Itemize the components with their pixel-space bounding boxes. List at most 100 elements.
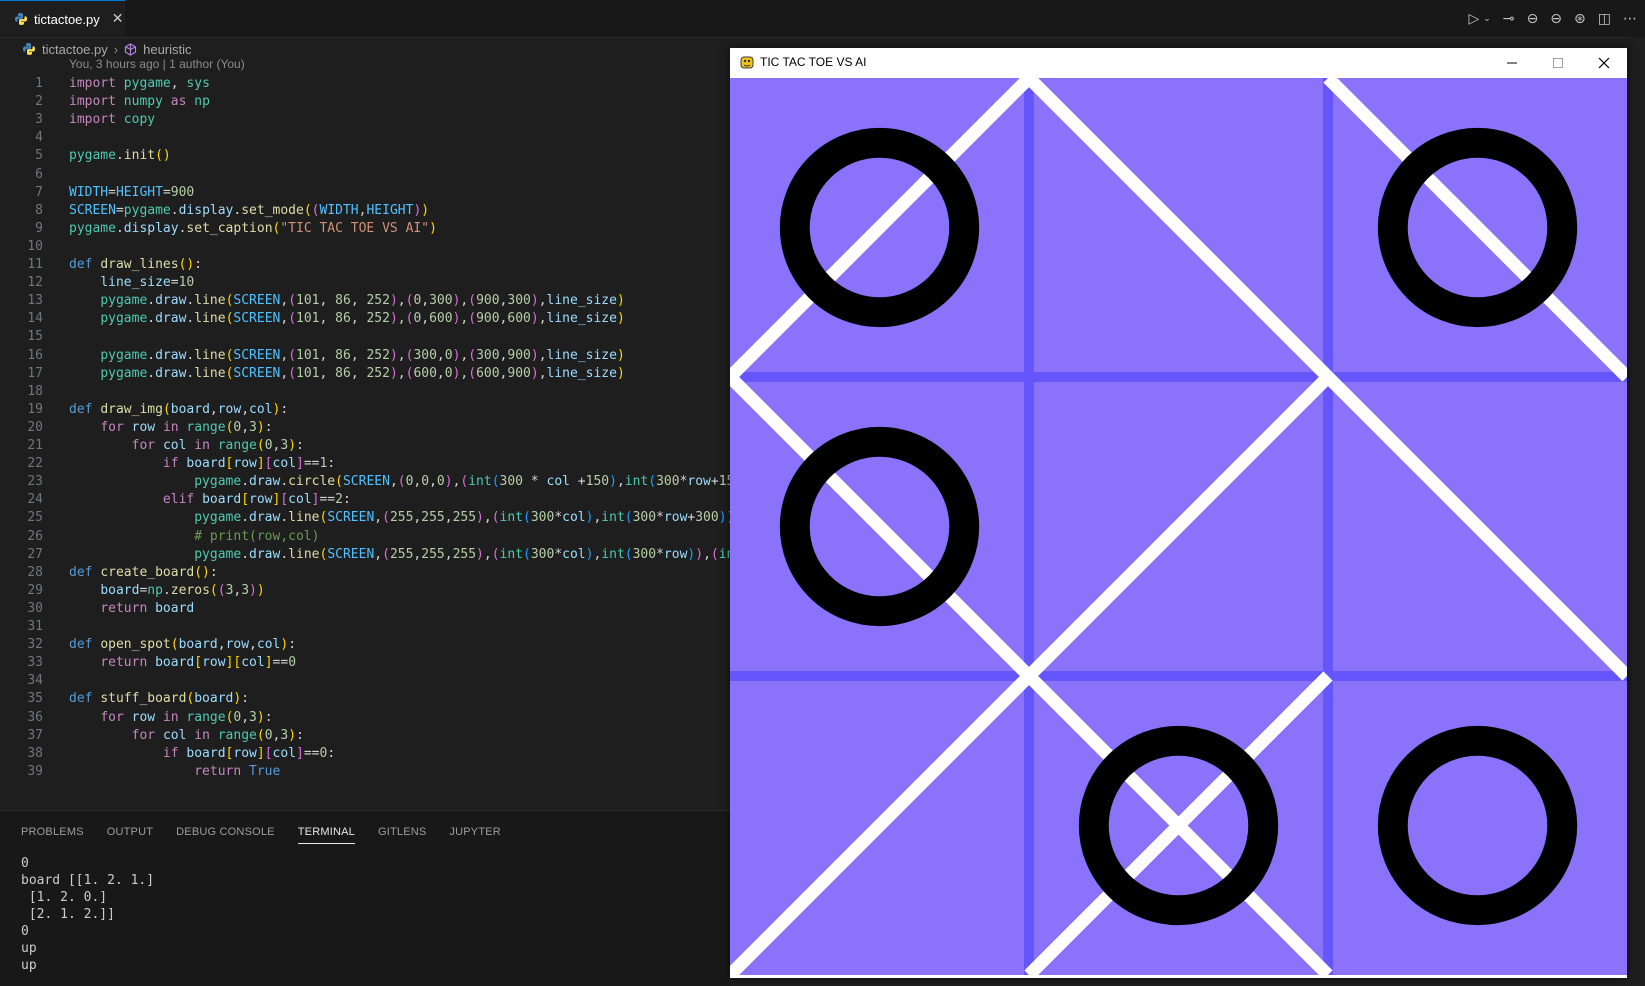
code-text[interactable]: if board[row][col]==0: (69, 744, 335, 763)
panel-tab-terminal[interactable]: TERMINAL (298, 826, 355, 844)
code-text[interactable]: return board[row][col]==0 (69, 653, 296, 672)
code-text[interactable]: for col in range(0,3): (69, 436, 304, 455)
code-text[interactable]: board=np.zeros((3,3)) (69, 581, 265, 600)
code-line[interactable]: 24 elif board[row][col]==2: (0, 490, 730, 509)
game-board[interactable] (730, 78, 1627, 975)
code-line[interactable]: 36 for row in range(0,3): (0, 708, 730, 727)
code-line[interactable]: 11def draw_lines(): (0, 255, 730, 274)
code-line[interactable]: 21 for col in range(0,3): (0, 436, 730, 455)
line-number: 24 (0, 490, 43, 509)
code-text[interactable]: pygame.draw.line(SCREEN,(101, 86, 252),(… (69, 346, 625, 365)
panel-tab-problems[interactable]: PROBLEMS (21, 826, 84, 844)
terminal-output[interactable]: 0 board [[1. 2. 1.] [1. 2. 0.] [2. 1. 2.… (21, 855, 154, 974)
code-text[interactable]: pygame.draw.line(SCREEN,(101, 86, 252),(… (69, 291, 625, 310)
code-text[interactable]: import pygame, sys (69, 74, 210, 93)
code-line[interactable]: 1import pygame, sys (0, 74, 730, 93)
pygame-titlebar[interactable]: TIC TAC TOE VS AI (730, 48, 1627, 78)
code-text[interactable]: elif board[row][col]==2: (69, 490, 351, 509)
code-line[interactable]: 23 pygame.draw.circle(SCREEN,(0,0,0),(in… (0, 472, 730, 491)
chevron-down-icon[interactable]: ⌄ (1483, 14, 1491, 24)
panel-tab-gitlens[interactable]: GITLENS (378, 826, 426, 844)
code-line[interactable]: 18 (0, 382, 730, 401)
code-line[interactable]: 15 (0, 327, 730, 346)
code-text[interactable]: def open_spot(board,row,col): (69, 635, 296, 654)
code-line[interactable]: 5pygame.init() (0, 146, 730, 165)
code-text[interactable]: pygame.draw.line(SCREEN,(101, 86, 252),(… (69, 364, 625, 383)
code-line[interactable]: 2import numpy as np (0, 92, 730, 111)
run-icon[interactable]: ▷ (1469, 11, 1480, 27)
code-line[interactable]: 38 if board[row][col]==0: (0, 744, 730, 763)
breadcrumb-file[interactable]: tictactoe.py (42, 42, 108, 57)
code-editor[interactable]: 1import pygame, sys2import numpy as np3i… (0, 74, 730, 810)
code-line[interactable]: 9pygame.display.set_caption("TIC TAC TOE… (0, 219, 730, 238)
code-line[interactable]: 29 board=np.zeros((3,3)) (0, 581, 730, 600)
code-line[interactable]: 37 for col in range(0,3): (0, 726, 730, 745)
code-text[interactable]: pygame.draw.line(SCREEN,(101, 86, 252),(… (69, 309, 625, 328)
code-text[interactable]: pygame.draw.line(SCREEN,(255,255,255),(i… (69, 508, 730, 527)
code-text[interactable]: return board (69, 599, 194, 618)
minimize-icon[interactable] (1489, 48, 1535, 78)
code-line[interactable]: 30 return board (0, 599, 730, 618)
code-line[interactable]: 25 pygame.draw.line(SCREEN,(255,255,255)… (0, 508, 730, 527)
git-commit-icon[interactable]: ⊸ (1503, 11, 1515, 27)
code-text[interactable]: return True (69, 762, 280, 781)
code-line[interactable]: 31 (0, 617, 730, 636)
code-line[interactable]: 17 pygame.draw.line(SCREEN,(101, 86, 252… (0, 364, 730, 383)
code-line[interactable]: 27 pygame.draw.line(SCREEN,(255,255,255)… (0, 545, 730, 564)
maximize-icon[interactable] (1535, 48, 1581, 78)
code-line[interactable]: 35def stuff_board(board): (0, 689, 730, 708)
code-text[interactable]: if board[row][col]==1: (69, 454, 335, 473)
code-line[interactable]: 20 for row in range(0,3): (0, 418, 730, 437)
code-text[interactable]: WIDTH=HEIGHT=900 (69, 183, 194, 202)
code-line[interactable]: 8SCREEN=pygame.display.set_mode((WIDTH,H… (0, 201, 730, 220)
panel-tab-output[interactable]: OUTPUT (107, 826, 153, 844)
code-text[interactable]: # print(row,col) (69, 527, 319, 546)
code-line[interactable]: 33 return board[row][col]==0 (0, 653, 730, 672)
code-text[interactable]: pygame.draw.line(SCREEN,(255,255,255),(i… (69, 545, 730, 564)
code-text[interactable]: for col in range(0,3): (69, 726, 304, 745)
panel-tab-jupyter[interactable]: JUPYTER (449, 826, 501, 844)
code-line[interactable]: 12 line_size=10 (0, 273, 730, 292)
code-line[interactable]: 14 pygame.draw.line(SCREEN,(101, 86, 252… (0, 309, 730, 328)
code-line[interactable]: 22 if board[row][col]==1: (0, 454, 730, 473)
code-text[interactable]: pygame.display.set_caption("TIC TAC TOE … (69, 219, 437, 238)
code-text[interactable]: SCREEN=pygame.display.set_mode((WIDTH,HE… (69, 201, 429, 220)
git-compare-icon[interactable]: ⊖ (1550, 11, 1562, 27)
tab-close-icon[interactable]: ✕ (112, 11, 124, 27)
code-text[interactable]: for row in range(0,3): (69, 708, 273, 727)
tab-tictactoe[interactable]: tictactoe.py ✕ (0, 0, 125, 37)
code-line[interactable]: 4 (0, 128, 730, 147)
pygame-window[interactable]: TIC TAC TOE VS AI (730, 48, 1627, 978)
git-compare-icon[interactable]: ⊖ (1527, 11, 1539, 27)
panel-tab-debug-console[interactable]: DEBUG CONSOLE (176, 826, 275, 844)
code-line[interactable]: 3import copy (0, 110, 730, 129)
split-editor-icon[interactable]: ◫ (1598, 11, 1611, 27)
code-text[interactable]: def draw_lines(): (69, 255, 202, 274)
code-line[interactable]: 10 (0, 237, 730, 256)
code-text[interactable]: import copy (69, 110, 155, 129)
code-line[interactable]: 32def open_spot(board,row,col): (0, 635, 730, 654)
code-text[interactable]: def create_board(): (69, 563, 218, 582)
code-text[interactable]: line_size=10 (69, 273, 194, 292)
more-icon[interactable]: ⋯ (1623, 11, 1637, 27)
code-text[interactable]: import numpy as np (69, 92, 210, 111)
code-line[interactable]: 39 return True (0, 762, 730, 781)
code-text[interactable]: def draw_img(board,row,col): (69, 400, 288, 419)
code-line[interactable]: 19def draw_img(board,row,col): (0, 400, 730, 419)
code-line[interactable]: 34 (0, 671, 730, 690)
line-number: 23 (0, 472, 43, 491)
breadcrumb-symbol[interactable]: heuristic (143, 42, 191, 57)
code-line[interactable]: 16 pygame.draw.line(SCREEN,(101, 86, 252… (0, 346, 730, 365)
code-line[interactable]: 26 # print(row,col) (0, 527, 730, 546)
code-text[interactable]: def stuff_board(board): (69, 689, 249, 708)
code-line[interactable]: 28def create_board(): (0, 563, 730, 582)
code-line[interactable]: 6 (0, 165, 730, 184)
open-changes-icon[interactable]: ⊛ (1574, 11, 1586, 27)
code-text[interactable]: pygame.draw.circle(SCREEN,(0,0,0),(int(3… (69, 472, 730, 491)
git-blame-annotation[interactable]: You, 3 hours ago | 1 author (You) (69, 57, 245, 71)
close-icon[interactable] (1581, 48, 1627, 78)
code-line[interactable]: 7WIDTH=HEIGHT=900 (0, 183, 730, 202)
code-line[interactable]: 13 pygame.draw.line(SCREEN,(101, 86, 252… (0, 291, 730, 310)
code-text[interactable]: pygame.init() (69, 146, 171, 165)
code-text[interactable]: for row in range(0,3): (69, 418, 273, 437)
